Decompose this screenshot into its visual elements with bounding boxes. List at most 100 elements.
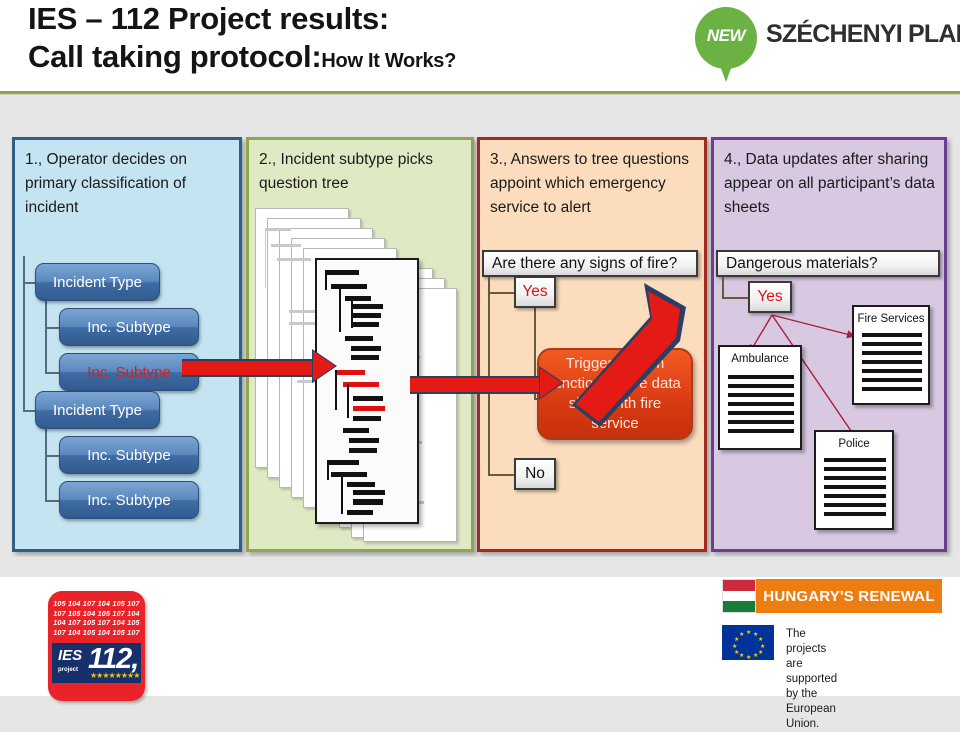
tree-bar	[351, 322, 379, 327]
ies-numbers-line-4: 107 104 105 104 105 107	[53, 627, 140, 637]
flag-stripe-white	[723, 590, 755, 602]
ies-emergency-numbers: 105 104 107 104 105 107 107 105 104 105 …	[48, 599, 145, 637]
flag-stripe-red	[723, 580, 755, 591]
tree-bar	[331, 284, 367, 289]
szechenyi-plan-logo: NEW SZÉCHENYI PLAN	[690, 4, 960, 82]
node-label: Inc. Subtype	[87, 363, 171, 381]
flag-stripe-green	[723, 601, 755, 612]
title-line-2-main: Call taking protocol:	[28, 39, 322, 74]
branch-connector	[488, 474, 514, 476]
tree-line	[351, 296, 353, 328]
panel1-title: 1., Operator decides on primary classifi…	[25, 151, 187, 216]
ghost-tree-bar	[277, 258, 311, 261]
tree-bar	[353, 490, 385, 495]
panel-operator-classification: 1., Operator decides on primary classifi…	[12, 137, 242, 552]
node-incident-type-1[interactable]: Incident Type	[35, 263, 160, 301]
node-incident-type-2[interactable]: Incident Type	[35, 391, 160, 429]
node-label: Incident Type	[53, 273, 142, 291]
tree-bar	[345, 296, 371, 301]
ies-logo-text: IES	[58, 647, 83, 664]
tree-bar	[345, 336, 373, 341]
branch-connector	[488, 292, 514, 294]
tree-bar	[343, 428, 369, 433]
eu-support-line-2: by the European Union.	[786, 688, 836, 730]
doc-line	[862, 378, 922, 382]
arrow-shaft	[410, 376, 545, 394]
ghost-tree-line	[265, 228, 266, 288]
page-footer: 105 104 107 104 105 107 107 105 104 105 …	[0, 557, 960, 730]
doc-line	[824, 485, 886, 489]
eu-stars-icon: ★★★★★★★★	[90, 671, 140, 680]
ghost-tree-bar	[265, 228, 291, 231]
tree-bar	[349, 448, 377, 453]
tree-line	[341, 474, 343, 514]
page-header: IES – 112 Project results: Call taking p…	[0, 0, 960, 95]
hungarys-renewal-bar: HUNGARY'S RENEWAL	[756, 579, 942, 613]
tree-bar	[347, 510, 373, 515]
title-line-2: Call taking protocol:How It Works?	[28, 38, 456, 80]
panel3-title: 3., Answers to tree questions appoint wh…	[490, 151, 690, 216]
doc-line	[824, 467, 886, 471]
tree-bar	[353, 416, 381, 421]
hungarys-renewal-label: HUNGARY'S RENEWAL	[763, 587, 935, 605]
panel-question-tree: 2., Incident subtype picks question tree	[246, 137, 474, 552]
arrow-shaft	[182, 359, 318, 377]
title-line-2-sub: How It Works?	[321, 50, 457, 72]
eu-support-line-1: The projects are supported	[786, 628, 838, 685]
tree-bar	[351, 346, 381, 351]
question-tree-sheet[interactable]	[315, 258, 419, 524]
footer-gray-strip	[0, 557, 960, 577]
tree-bar	[331, 472, 367, 477]
tree-bar	[351, 313, 381, 318]
ies-numbers-line-3: 104 107 105 107 104 105	[53, 618, 140, 627]
tree-line	[325, 270, 327, 290]
ies-numbers-line-2: 107 105 104 105 107 104	[53, 608, 140, 618]
panel2-title: 2., Incident subtype picks question tree	[259, 151, 434, 192]
tree-bar	[353, 500, 383, 505]
doc-line	[862, 360, 922, 364]
doc-line	[824, 458, 886, 462]
hungary-flag-icon	[722, 579, 756, 613]
eu-flag-icon: ★ ★ ★ ★ ★ ★ ★ ★ ★ ★ ★ ★	[722, 625, 774, 661]
answer-no-fire[interactable]: No	[514, 458, 556, 490]
tree-bar	[347, 482, 375, 487]
tree-bar-highlight	[335, 370, 365, 375]
node-label: Inc. Subtype	[87, 491, 171, 509]
node-inc-subtype-1[interactable]: Inc. Subtype	[59, 308, 199, 346]
doc-line	[862, 333, 922, 337]
logo-pin-label: NEW	[706, 26, 746, 45]
answer-label: No	[525, 465, 545, 482]
doc-line	[824, 494, 886, 498]
diagram-stage: 1., Operator decides on primary classifi…	[0, 95, 960, 557]
node-inc-subtype-3[interactable]: Inc. Subtype	[59, 436, 199, 474]
diagonal-arrow-svg	[572, 283, 686, 427]
title-line-1: IES – 112 Project results:	[28, 1, 389, 36]
tree-bar-highlight	[353, 406, 385, 411]
doc-line	[862, 387, 922, 391]
doc-line	[824, 476, 886, 480]
page-title: IES – 112 Project results: Call taking p…	[28, 0, 456, 80]
tree-bar	[349, 438, 379, 443]
ies-project-text: project	[58, 667, 79, 673]
node-inc-subtype-2-selected[interactable]: Inc. Subtype	[59, 353, 199, 391]
document-fire-services[interactable]: Fire Services	[852, 305, 930, 405]
tree-connector	[23, 256, 25, 412]
tree-line	[347, 384, 349, 418]
arrow-head	[313, 351, 335, 381]
doc-line	[862, 369, 922, 373]
ies-112-logo: 105 104 107 104 105 107 107 105 104 105 …	[48, 591, 145, 701]
document-police[interactable]: Police	[814, 430, 894, 530]
eu-support-text: The projects are supported by the Europe…	[786, 627, 837, 732]
node-label: Inc. Subtype	[87, 446, 171, 464]
logo-brand-label: SZÉCHENYI PLAN	[766, 20, 960, 48]
node-label: Inc. Subtype	[87, 318, 171, 336]
doc-line	[824, 503, 886, 507]
doc-line	[862, 351, 922, 355]
node-inc-subtype-4[interactable]: Inc. Subtype	[59, 481, 199, 519]
ies-numbers-line-1: 105 104 107 104 105 107	[53, 599, 140, 608]
ghost-tree-bar	[271, 244, 301, 247]
tree-bar	[325, 270, 359, 275]
doc-line	[862, 342, 922, 346]
tree-bar	[353, 396, 383, 401]
tree-line	[327, 460, 329, 480]
